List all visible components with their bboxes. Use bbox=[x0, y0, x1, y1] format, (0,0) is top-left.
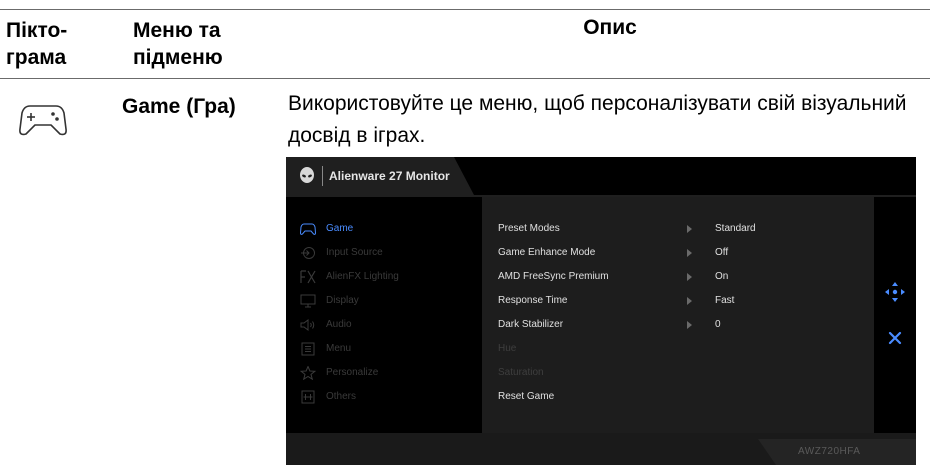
setting-saturation: Saturation bbox=[482, 363, 874, 383]
header-menu: Меню та підменю bbox=[133, 17, 273, 71]
setting-value: On bbox=[715, 271, 729, 282]
osd-title: Alienware 27 Monitor bbox=[329, 169, 450, 183]
header-pictogram: Пікто- грама bbox=[6, 17, 106, 71]
setting-label: Reset Game bbox=[498, 391, 555, 402]
osd-menu-item-audio[interactable]: Audio bbox=[286, 315, 482, 335]
setting-label: AMD FreeSync Premium bbox=[498, 271, 609, 282]
osd-menu-item-label: Audio bbox=[326, 319, 352, 330]
setting-value: Off bbox=[715, 247, 729, 258]
osd-side-controls bbox=[874, 197, 916, 433]
setting-label: Hue bbox=[498, 343, 517, 354]
header-pictogram-line1: Пікто- bbox=[6, 19, 68, 42]
gamepad-icon bbox=[300, 223, 316, 235]
osd-menu-item-label: Personalize bbox=[326, 367, 379, 378]
fx-icon bbox=[300, 270, 316, 284]
setting-label: Preset Modes bbox=[498, 223, 560, 234]
osd-menu-item-label: Game bbox=[326, 223, 354, 234]
setting-value: Standard bbox=[715, 223, 756, 234]
input-icon bbox=[301, 247, 315, 259]
setting-hue: Hue bbox=[482, 339, 874, 359]
setting-preset-modes[interactable]: Preset Modes Standard bbox=[482, 219, 874, 239]
monitor-icon bbox=[300, 294, 316, 308]
osd-menu-item-label: Others bbox=[326, 391, 357, 402]
menu-icon bbox=[301, 342, 315, 356]
alien-head-logo-icon bbox=[300, 167, 314, 183]
table-header-rule bbox=[0, 78, 930, 79]
arrow-right-icon bbox=[687, 273, 692, 281]
setting-label: Dark Stabilizer bbox=[498, 319, 564, 330]
header-description: Опис bbox=[583, 16, 637, 39]
header-menu-line2: підменю bbox=[133, 46, 223, 69]
osd-main-menu: Game Input Source AlienFX Lighting Displ… bbox=[286, 197, 482, 433]
arrow-right-icon bbox=[687, 249, 692, 257]
navigate-icon[interactable] bbox=[884, 281, 906, 303]
close-icon[interactable] bbox=[886, 329, 904, 347]
osd-menu-item-display[interactable]: Display bbox=[286, 291, 482, 311]
menu-description: Використовуйте це меню, щоб персоналізув… bbox=[288, 92, 907, 147]
setting-label: Response Time bbox=[498, 295, 568, 306]
setting-response-time[interactable]: Response Time Fast bbox=[482, 291, 874, 311]
osd-settings-panel: Preset Modes Standard Game Enhance Mode … bbox=[482, 197, 874, 433]
arrow-right-icon bbox=[687, 225, 692, 233]
osd-screenshot: Alienware 27 Monitor Game Input Source A… bbox=[286, 157, 916, 465]
menu-name-game: Game (Гра) bbox=[122, 95, 236, 118]
speaker-icon bbox=[300, 319, 315, 331]
osd-menu-item-others[interactable]: Others bbox=[286, 387, 482, 407]
osd-menu-item-menu[interactable]: Menu bbox=[286, 339, 482, 359]
setting-reset-game[interactable]: Reset Game bbox=[482, 387, 874, 407]
header-pictogram-line2: грама bbox=[6, 46, 67, 69]
others-icon bbox=[301, 390, 315, 404]
setting-label: Game Enhance Mode bbox=[498, 247, 596, 258]
arrow-right-icon bbox=[687, 297, 692, 305]
setting-label: Saturation bbox=[498, 367, 544, 378]
setting-dark-stabilizer[interactable]: Dark Stabilizer 0 bbox=[482, 315, 874, 335]
arrow-right-icon bbox=[687, 321, 692, 329]
osd-menu-item-label: Menu bbox=[326, 343, 352, 354]
osd-menu-item-label: AlienFX Lighting bbox=[326, 271, 399, 282]
setting-game-enhance-mode[interactable]: Game Enhance Mode Off bbox=[482, 243, 874, 263]
osd-model-label: AWZ720HFA bbox=[798, 446, 861, 457]
gamepad-icon bbox=[19, 105, 67, 136]
setting-value: 0 bbox=[715, 319, 721, 330]
osd-menu-item-label: Display bbox=[326, 295, 359, 306]
setting-value: Fast bbox=[715, 295, 735, 306]
osd-menu-item-game[interactable]: Game bbox=[286, 219, 482, 239]
osd-menu-item-input-source[interactable]: Input Source bbox=[286, 243, 482, 263]
osd-menu-item-alienfx[interactable]: AlienFX Lighting bbox=[286, 267, 482, 287]
table-top-rule bbox=[0, 9, 930, 10]
osd-menu-item-label: Input Source bbox=[326, 247, 383, 258]
osd-menu-item-personalize[interactable]: Personalize bbox=[286, 363, 482, 383]
header-menu-line1: Меню та bbox=[133, 19, 221, 42]
setting-amd-freesync-premium[interactable]: AMD FreeSync Premium On bbox=[482, 267, 874, 287]
star-icon bbox=[300, 366, 316, 380]
osd-title-separator bbox=[322, 166, 323, 186]
